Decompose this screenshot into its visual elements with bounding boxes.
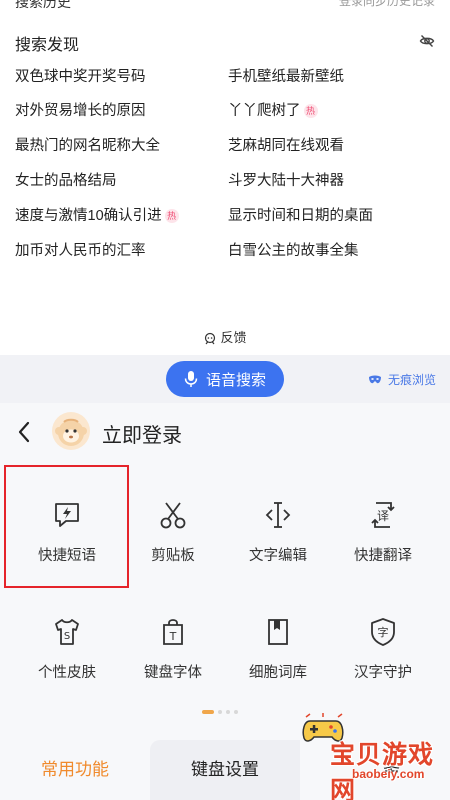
svg-text:S: S bbox=[64, 631, 70, 642]
voice-search-bar: 语音搜索 无痕浏览 bbox=[0, 355, 450, 403]
quick-translate-button[interactable]: 译 快捷翻译 bbox=[330, 471, 436, 583]
avatar[interactable] bbox=[52, 412, 90, 450]
voice-search-label: 语音搜索 bbox=[205, 371, 266, 389]
book-icon bbox=[268, 619, 288, 645]
hanzi-guard-icon: 字 bbox=[371, 618, 395, 646]
login-row: 立即登录 bbox=[0, 403, 450, 461]
tab-common-functions[interactable]: 常用功能 bbox=[0, 740, 150, 800]
discovery-item[interactable]: 双色球中奖开奖号码 bbox=[15, 67, 146, 87]
feedback-icon bbox=[205, 332, 216, 344]
voice-search-button[interactable]: 语音搜索 bbox=[166, 361, 284, 397]
back-arrow-icon[interactable] bbox=[16, 420, 32, 444]
page-dot-active bbox=[202, 710, 214, 714]
discovery-item[interactable]: 对外贸易增长的原因 bbox=[15, 101, 146, 121]
page-dot bbox=[226, 710, 230, 714]
scissors-icon bbox=[160, 502, 186, 529]
discovery-item[interactable]: 加币对人民币的汇率 bbox=[15, 241, 146, 261]
font-bag-icon: T bbox=[163, 619, 183, 645]
login-now-label[interactable]: 立即登录 bbox=[102, 419, 182, 448]
incognito-browse-button[interactable]: 无痕浏览 bbox=[368, 371, 436, 388]
cell-lexicon-button[interactable]: 细胞词库 bbox=[225, 588, 331, 700]
text-edit-button[interactable]: 文字编辑 bbox=[225, 471, 331, 583]
panel-tab-bar: 常用功能 键盘设置 务 bbox=[0, 740, 450, 800]
quick-translate-label: 快捷翻译 bbox=[354, 548, 412, 564]
discovery-item[interactable]: 显示时间和日期的桌面 bbox=[228, 206, 373, 226]
discovery-item[interactable]: 速度与激情10确认引进热 bbox=[15, 206, 179, 226]
hot-badge: 热 bbox=[303, 104, 318, 119]
discovery-item[interactable]: 斗罗大陆十大神器 bbox=[228, 171, 344, 191]
cell-lexicon-label: 细胞词库 bbox=[249, 665, 307, 681]
svg-text:T: T bbox=[169, 630, 177, 643]
svg-text:译: 译 bbox=[377, 509, 389, 523]
highlight-box bbox=[4, 465, 129, 588]
login-sync-history-link[interactable]: 登录同步历史记录 bbox=[339, 0, 435, 9]
monkey-avatar-icon bbox=[55, 418, 87, 446]
clipboard-label: 剪贴板 bbox=[151, 548, 195, 564]
discovery-item[interactable]: 白雪公主的故事全集 bbox=[228, 241, 359, 261]
search-discovery-title: 搜索发现 bbox=[15, 37, 80, 54]
svg-text:字: 字 bbox=[378, 625, 389, 639]
clipboard-button[interactable]: 剪贴板 bbox=[120, 471, 226, 583]
personal-skin-label: 个性皮肤 bbox=[38, 665, 96, 681]
search-discovery-section: 搜索历史 登录同步历史记录 搜索发现 双色球中奖开奖号码 对外贸易增长的原因 最… bbox=[0, 0, 450, 355]
page-dot bbox=[218, 710, 222, 714]
discovery-item[interactable]: 手机壁纸最新壁纸 bbox=[228, 67, 344, 87]
mask-icon bbox=[368, 375, 381, 383]
discovery-item[interactable]: 女士的品格结局 bbox=[15, 171, 117, 191]
feedback-link[interactable]: 反馈 bbox=[0, 327, 450, 346]
search-history-title: 搜索历史 bbox=[15, 0, 71, 10]
keyboard-font-button[interactable]: T 键盘字体 bbox=[120, 588, 226, 700]
hanzi-guard-button[interactable]: 字 汉字守护 bbox=[330, 588, 436, 700]
discovery-item[interactable]: 最热门的网名昵称大全 bbox=[15, 136, 160, 156]
tab-keyboard-settings[interactable]: 键盘设置 bbox=[150, 740, 300, 800]
keyboard-font-label: 键盘字体 bbox=[144, 665, 202, 681]
page-indicator bbox=[202, 710, 242, 714]
text-edit-label: 文字编辑 bbox=[249, 548, 307, 564]
feedback-label: 反馈 bbox=[220, 330, 247, 345]
tshirt-icon: S bbox=[55, 619, 79, 645]
tab-more-cut[interactable]: 务 bbox=[300, 740, 450, 800]
text-cursor-icon bbox=[265, 502, 291, 528]
incognito-label: 无痕浏览 bbox=[387, 373, 436, 387]
translate-icon: 译 bbox=[371, 502, 395, 528]
discovery-item[interactable]: 丫丫爬树了热 bbox=[228, 101, 318, 121]
personal-skin-button[interactable]: S 个性皮肤 bbox=[14, 588, 120, 700]
hanzi-guard-label: 汉字守护 bbox=[354, 665, 412, 681]
eye-off-icon[interactable] bbox=[419, 33, 435, 49]
discovery-item[interactable]: 芝麻胡同在线观看 bbox=[228, 136, 344, 156]
page-dot bbox=[234, 710, 238, 714]
search-history-header: 搜索历史 登录同步历史记录 bbox=[15, 0, 435, 10]
keyboard-function-panel: 立即登录 快捷短语 剪贴板 文字编辑 译 快捷翻译 S 个性皮肤 T 键盘字体 … bbox=[0, 403, 450, 800]
microphone-icon bbox=[184, 371, 198, 387]
hot-badge: 热 bbox=[164, 209, 179, 224]
